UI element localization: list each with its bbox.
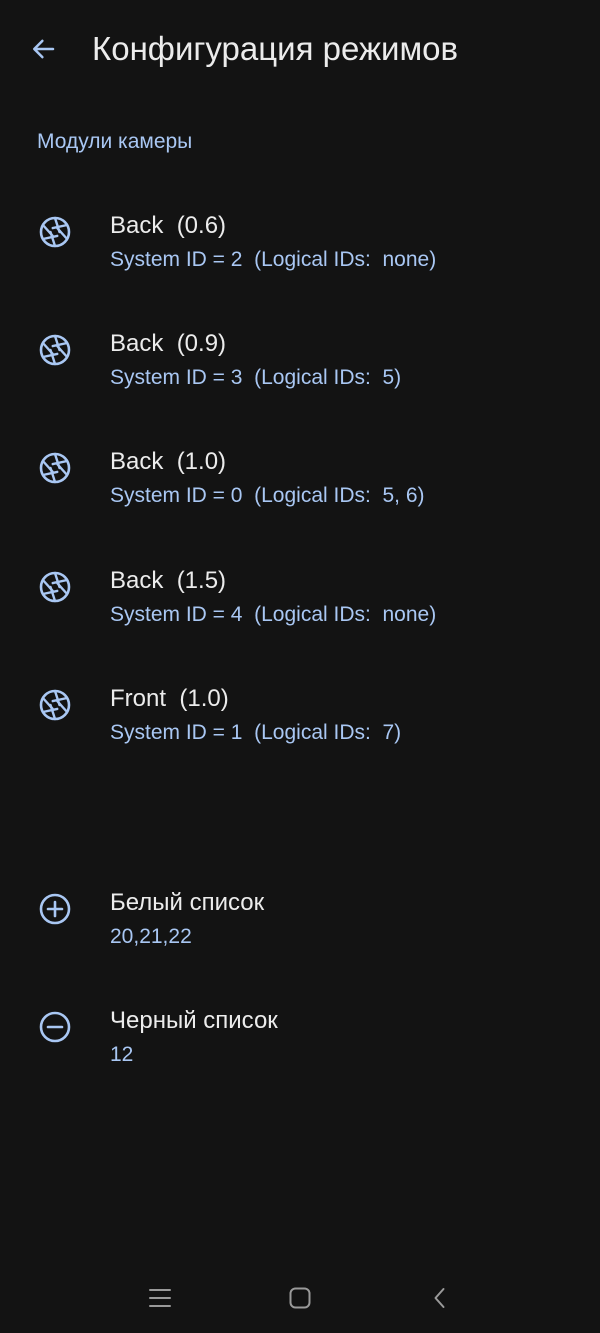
plus-circle-icon	[39, 893, 71, 925]
camera-module-item[interactable]: Back (0.9) System ID = 3 (Logical IDs: 5…	[0, 318, 600, 418]
minus-circle-icon	[39, 1011, 71, 1043]
nav-home-button[interactable]	[278, 1276, 322, 1320]
camera-module-name: Back (0.9)	[110, 330, 227, 357]
camera-module-item[interactable]: Front (1.0) System ID = 1 (Logical IDs: …	[0, 673, 600, 773]
app-bar: Конфигурация режимов	[0, 0, 600, 100]
camera-shutter-icon	[39, 334, 71, 366]
whitelist-label: Белый список	[110, 889, 265, 916]
camera-shutter-icon	[39, 689, 71, 721]
system-nav-bar	[0, 1262, 600, 1333]
blacklist-item[interactable]: Черный список 12	[0, 995, 600, 1095]
menu-icon	[149, 1289, 171, 1307]
section-header-camera-modules: Модули камеры	[37, 130, 193, 153]
camera-module-item[interactable]: Back (1.5) System ID = 4 (Logical IDs: n…	[0, 555, 600, 655]
camera-module-name: Front (1.0)	[110, 685, 229, 712]
back-button[interactable]	[22, 28, 64, 70]
camera-module-detail: System ID = 2 (Logical IDs: none)	[110, 248, 437, 271]
camera-module-item[interactable]: Back (1.0) System ID = 0 (Logical IDs: 5…	[0, 436, 600, 536]
camera-shutter-icon	[39, 452, 71, 484]
arrow-left-icon	[33, 39, 55, 59]
chevron-left-icon	[434, 1288, 445, 1308]
whitelist-value: 20,21,22	[110, 925, 192, 948]
home-icon	[289, 1287, 311, 1309]
nav-menu-button[interactable]	[138, 1276, 182, 1320]
camera-module-detail: System ID = 3 (Logical IDs: 5)	[110, 366, 402, 389]
camera-module-item[interactable]: Back (0.6) System ID = 2 (Logical IDs: n…	[0, 200, 600, 300]
camera-module-name: Back (0.6)	[110, 212, 227, 239]
page-title: Конфигурация режимов	[92, 30, 459, 67]
camera-shutter-icon	[39, 216, 71, 248]
camera-module-name: Back (1.5)	[110, 567, 227, 594]
whitelist-item[interactable]: Белый список 20,21,22	[0, 877, 600, 977]
camera-module-name: Back (1.0)	[110, 448, 227, 475]
camera-module-detail: System ID = 1 (Logical IDs: 7)	[110, 721, 402, 744]
camera-shutter-icon	[39, 571, 71, 603]
camera-module-detail: System ID = 0 (Logical IDs: 5, 6)	[110, 484, 425, 507]
camera-module-detail: System ID = 4 (Logical IDs: none)	[110, 603, 437, 626]
nav-back-button[interactable]	[418, 1276, 462, 1320]
blacklist-value: 12	[110, 1043, 134, 1066]
blacklist-label: Черный список	[110, 1007, 278, 1034]
